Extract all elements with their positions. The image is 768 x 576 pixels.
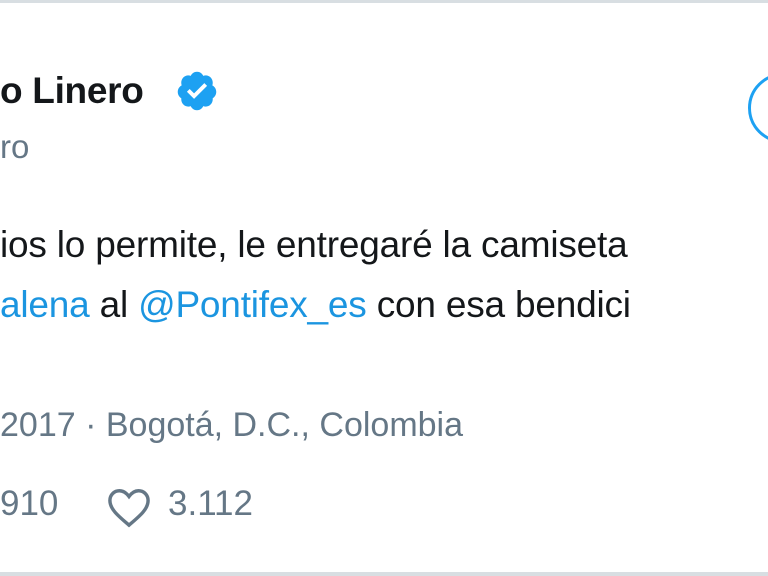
tweet-text-connector: al <box>89 284 139 325</box>
tweet-card: o Linero ro ios lo permite, le entregaré… <box>0 0 768 576</box>
mention-link-partial[interactable]: alena <box>0 284 90 325</box>
tweet-text-line-2: alena al @Pontifex_es con esa bendici <box>0 284 631 326</box>
tweet-text-tail: con esa bendici <box>366 284 631 325</box>
verified-badge-icon <box>177 71 217 111</box>
follow-button[interactable] <box>748 73 768 143</box>
author-handle[interactable]: ro <box>0 128 29 166</box>
top-divider <box>0 0 768 3</box>
author-display-name[interactable]: o Linero <box>0 70 144 112</box>
like-count[interactable]: 3.112 <box>168 484 253 524</box>
retweet-count[interactable]: 910 <box>0 484 58 524</box>
bottom-divider <box>0 572 768 576</box>
mention-link-pontifex[interactable]: @Pontifex_es <box>138 284 367 325</box>
heart-icon[interactable] <box>106 486 152 528</box>
tweet-text-line-1: ios lo permite, le entregaré la camiseta <box>0 224 628 265</box>
tweet-date-location[interactable]: 2017 · Bogotá, D.C., Colombia <box>0 406 463 445</box>
